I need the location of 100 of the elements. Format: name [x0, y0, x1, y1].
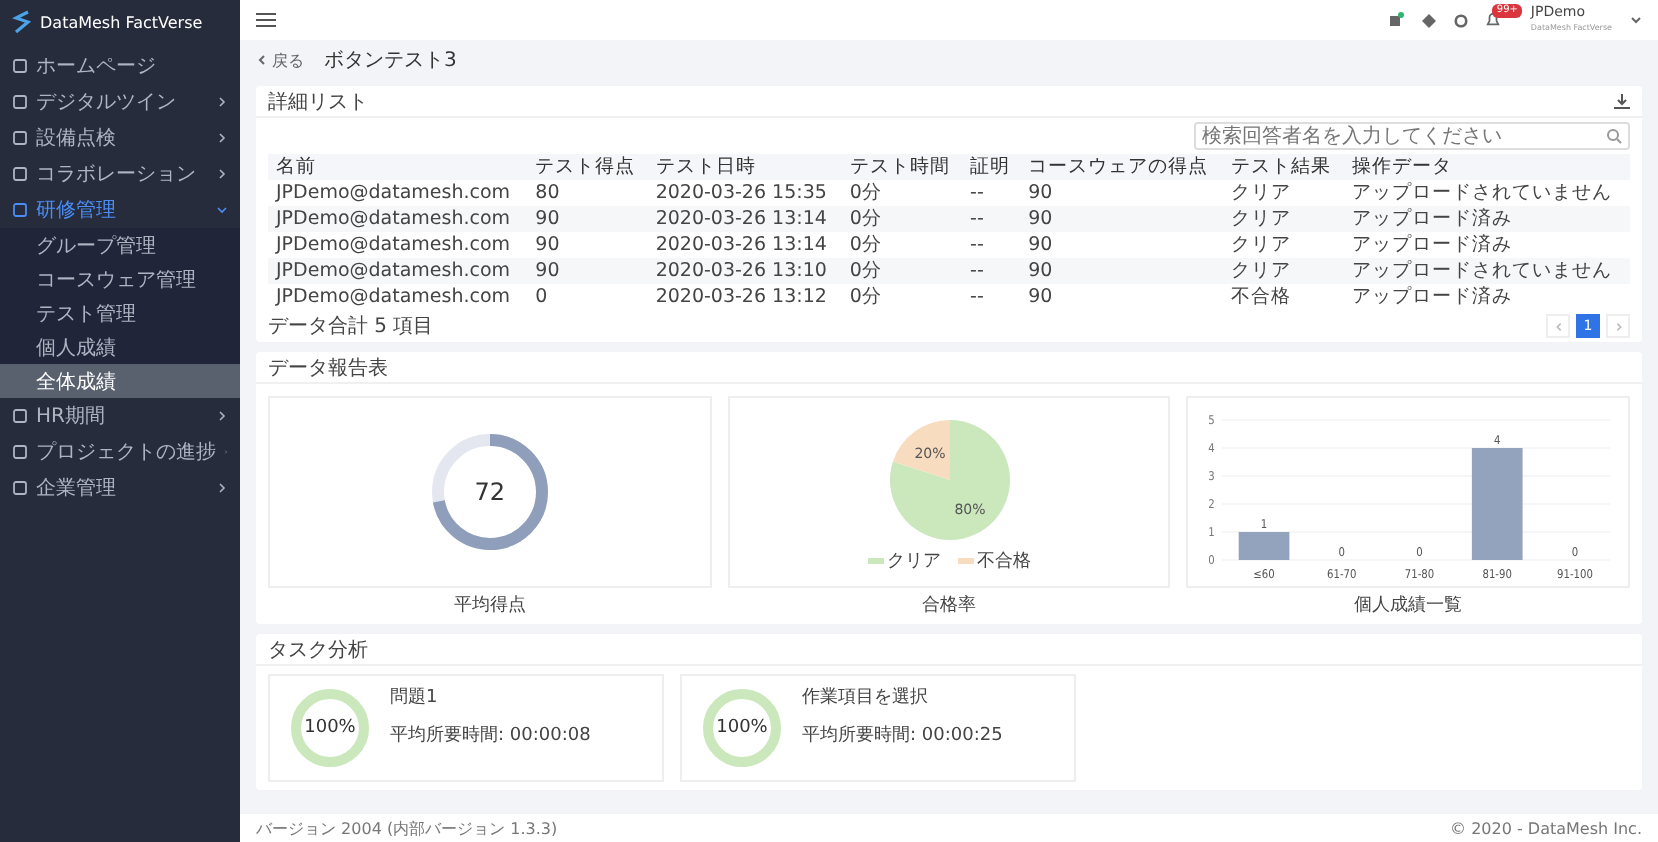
column-header: 操作データ	[1343, 154, 1630, 180]
sidebar-subitem[interactable]: 全体成績	[0, 364, 240, 398]
chevron-left-icon	[1553, 321, 1563, 331]
download-icon[interactable]	[1614, 93, 1630, 109]
task-name: 作業項目を選択	[802, 685, 930, 710]
table-cell: 90	[1020, 180, 1224, 206]
table-cell: 80	[527, 180, 648, 206]
chart-caption: 平均得点	[453, 593, 526, 618]
column-header: 証明	[962, 154, 1021, 180]
column-header: テスト結果	[1223, 154, 1344, 180]
table-cell: --	[962, 284, 1021, 310]
table-cell: JPDemo@datamesh.com	[268, 206, 528, 232]
table-cell: JPDemo@datamesh.com	[268, 232, 528, 258]
square-icon	[12, 408, 28, 424]
table-cell: 90	[1020, 206, 1224, 232]
table-cell: クリア	[1223, 180, 1344, 206]
table-cell: アップロードされていません	[1343, 180, 1630, 206]
chevron-down-icon	[216, 204, 228, 216]
table-cell: 2020-03-26 13:14	[647, 232, 842, 258]
table-cell: JPDemo@datamesh.com	[268, 258, 528, 284]
sidebar-item[interactable]: コラボレーション	[0, 156, 240, 192]
table-cell: JPDemo@datamesh.com	[268, 284, 528, 310]
table-cell: 不合格	[1223, 284, 1344, 310]
percent-label: 100%	[716, 718, 768, 738]
chevron-left-icon	[256, 54, 268, 66]
table-cell: アップロードされていません	[1343, 258, 1630, 284]
table-cell: --	[962, 206, 1021, 232]
sidebar-item[interactable]: 企業管理	[0, 470, 240, 506]
sidebar-subitem[interactable]: 個人成績	[0, 330, 240, 364]
sidebar-subitem[interactable]: テスト管理	[0, 296, 240, 330]
table-cell: クリア	[1223, 232, 1344, 258]
version-text: バージョン 2004 (内部バージョン 1.3.3)	[256, 817, 558, 839]
logo-icon	[12, 10, 32, 34]
square-icon	[12, 202, 28, 218]
square-icon	[12, 58, 28, 74]
square-icon	[12, 130, 28, 146]
sidebar-item[interactable]: プロジェクトの進捗	[0, 434, 240, 470]
table-cell: 0分	[841, 232, 963, 258]
square-icon	[12, 480, 28, 496]
table-cell: 2020-03-26 15:35	[647, 180, 842, 206]
caret-icon[interactable]	[1630, 14, 1642, 26]
table-cell: 90	[527, 232, 648, 258]
sidebar-item[interactable]: HR期間	[0, 398, 240, 434]
table-cell: クリア	[1223, 206, 1344, 232]
column-header: テスト時間	[841, 154, 963, 180]
page-title: ボタンテスト3	[324, 48, 457, 74]
table-cell: 90	[1020, 284, 1224, 310]
chart-caption: 個人成績一覧	[1354, 593, 1463, 618]
table-cell: 0分	[841, 206, 963, 232]
table-cell: 0分	[841, 180, 963, 206]
average-score: 72	[474, 478, 505, 506]
table-cell: 2020-03-26 13:12	[647, 284, 842, 310]
legend-swatch	[867, 557, 883, 563]
table-cell: 0	[527, 284, 648, 310]
diamond-icon[interactable]	[1422, 13, 1437, 27]
column-header: コースウェアの得点	[1020, 154, 1224, 180]
bar	[1239, 532, 1291, 560]
sidebar-item[interactable]: ホームページ	[0, 48, 240, 84]
table-cell: 2020-03-26 13:14	[647, 206, 842, 232]
table-cell: 90	[527, 206, 648, 232]
brand-name: DataMesh FactVerse	[40, 13, 203, 31]
table-cell: アップロード済み	[1343, 284, 1630, 310]
square-icon	[12, 94, 28, 110]
table-cell: --	[962, 258, 1021, 284]
menu-icon[interactable]	[256, 12, 276, 28]
bell-icon[interactable]	[1486, 12, 1501, 28]
table-cell: JPDemo@datamesh.com	[268, 180, 528, 206]
sidebar-subitem[interactable]: グループ管理	[0, 228, 240, 262]
percent-label: 100%	[304, 718, 356, 738]
average-time: 平均所要時間: 00:00:25	[802, 723, 1003, 748]
total-count: データ合計 5 項目	[268, 313, 434, 340]
legend-label: 不合格	[977, 549, 1031, 573]
table-cell: --	[962, 180, 1021, 206]
sidebar-item[interactable]: 研修管理	[0, 192, 240, 228]
table-cell: --	[962, 232, 1021, 258]
table-cell: クリア	[1223, 258, 1344, 284]
sidebar-item[interactable]: 設備点検	[0, 120, 240, 156]
column-header: テスト日時	[647, 154, 842, 180]
table-cell: アップロード済み	[1343, 206, 1630, 232]
search-field[interactable]: 検索回答者名を入力してください	[1194, 122, 1630, 150]
table-cell: 0分	[841, 258, 963, 284]
table-cell: アップロード済み	[1343, 232, 1630, 258]
back-link[interactable]: 戻る	[256, 49, 304, 71]
legend-label: クリア	[887, 549, 941, 573]
app-icon[interactable]	[1388, 12, 1405, 28]
square-icon	[12, 166, 28, 182]
table-cell: 0分	[841, 284, 963, 310]
settings-icon[interactable]	[1454, 13, 1469, 27]
column-header: 名前	[268, 154, 528, 180]
sidebar-item[interactable]: デジタルツイン	[0, 84, 240, 120]
bar	[1472, 448, 1524, 560]
chart-caption: 合格率	[922, 593, 976, 618]
table-cell: 90	[527, 258, 648, 284]
legend-swatch	[957, 557, 973, 563]
square-icon	[12, 444, 28, 460]
sidebar-subitem[interactable]: コースウェア管理	[0, 262, 240, 296]
copyright-text: © 2020 - DataMesh Inc.	[1450, 819, 1642, 837]
table-cell: 90	[1020, 232, 1224, 258]
card-title: データ報告表	[268, 355, 388, 381]
average-time: 平均所要時間: 00:00:08	[390, 723, 591, 748]
